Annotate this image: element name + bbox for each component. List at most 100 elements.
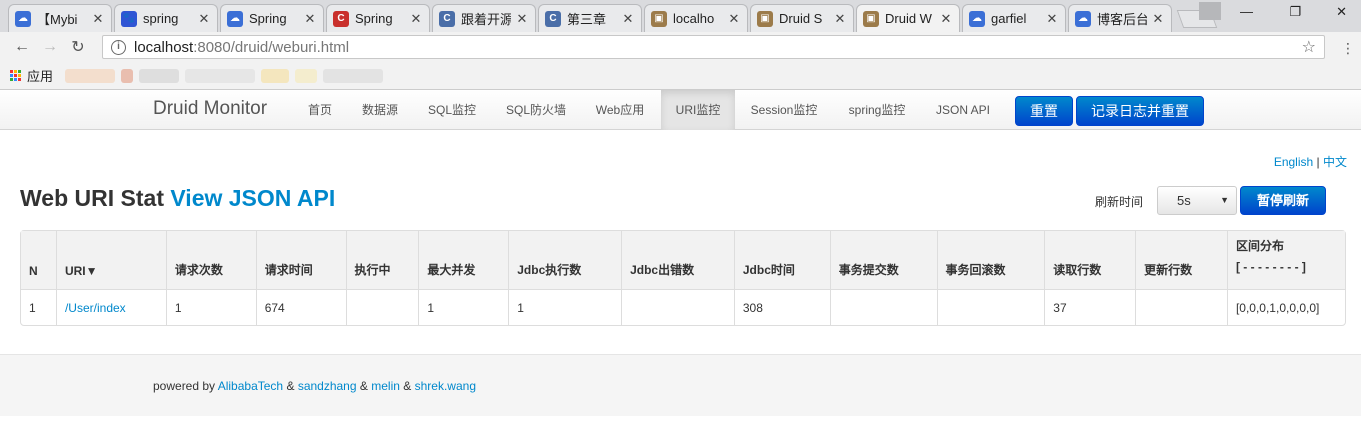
forward-icon[interactable]: → <box>36 38 64 56</box>
column-header[interactable]: 读取行数 <box>1044 231 1136 289</box>
close-tab-icon[interactable]: ✕ <box>833 11 847 27</box>
column-header[interactable]: Jdbc出错数 <box>621 231 734 289</box>
image-icon: ▣ <box>757 10 773 27</box>
column-header[interactable]: 事务回滚数 <box>936 231 1045 289</box>
column-header[interactable]: Jdbc执行数 <box>508 231 622 289</box>
refresh-interval-select[interactable]: 5s ▼ <box>1157 186 1237 215</box>
close-tab-icon[interactable]: ✕ <box>727 11 741 27</box>
column-header[interactable]: 更新行数 <box>1135 231 1227 289</box>
browser-tab[interactable]: 🐾 spring ✕ <box>114 4 218 32</box>
column-header-sortable[interactable]: URI▼ <box>55 231 166 289</box>
minimize-icon[interactable]: — <box>1240 4 1253 19</box>
uri-link[interactable]: /User/index <box>65 301 126 315</box>
column-header[interactable]: 请求次数 <box>165 231 256 289</box>
language-switch: English | 中文 <box>1274 153 1347 170</box>
lang-chinese-link[interactable]: 中文 <box>1323 155 1347 169</box>
column-header[interactable]: 事务提交数 <box>829 231 937 289</box>
close-tab-icon[interactable]: ✕ <box>91 11 105 27</box>
browser-tab[interactable]: ☁ Spring ✕ <box>220 4 324 32</box>
nav-item-spring[interactable]: spring监控 <box>836 90 918 130</box>
nav-item-webapp[interactable]: Web应用 <box>584 90 656 130</box>
nav-item-session[interactable]: Session监控 <box>740 90 828 130</box>
chevron-down-icon: ▼ <box>1220 195 1229 205</box>
page-title: Web URI Stat View JSON API <box>20 185 335 212</box>
footer: powered by AlibabaTech & sandzhang & mel… <box>0 354 1361 416</box>
close-tab-icon[interactable]: ✕ <box>1151 11 1165 27</box>
close-tab-icon[interactable]: ✕ <box>303 11 317 27</box>
close-window-icon[interactable]: ✕ <box>1336 4 1347 20</box>
browser-tab-title: Druid S <box>779 11 823 26</box>
close-tab-icon[interactable]: ✕ <box>939 11 953 27</box>
reset-button[interactable]: 重置 <box>1015 96 1073 126</box>
profile-icon[interactable] <box>1199 2 1221 20</box>
nav-item-uri[interactable]: URI监控 <box>661 90 735 130</box>
csdn-icon: C <box>333 10 349 27</box>
table-cell <box>345 289 419 325</box>
refresh-interval-label: 刷新时间 <box>1095 195 1144 209</box>
nav-item-json-api[interactable]: JSON API <box>926 90 1000 130</box>
browser-tab[interactable]: C Spring ✕ <box>326 4 430 32</box>
url-path: :8080/druid/weburi.html <box>193 38 350 56</box>
c-icon: C <box>439 10 455 27</box>
refresh-interval-value: 5s <box>1177 193 1191 208</box>
lang-separator: | <box>1316 155 1320 169</box>
browser-tab-title: localho <box>673 11 715 26</box>
cloud-icon: ☁ <box>969 10 985 27</box>
uri-stat-table: N URI▼ 请求次数 请求时间 执行中 最大并发 Jdbc执行数 Jdbc出错… <box>20 230 1346 326</box>
table-header-row: N URI▼ 请求次数 请求时间 执行中 最大并发 Jdbc执行数 Jdbc出错… <box>21 231 1345 289</box>
lang-english-link[interactable]: English <box>1274 155 1313 169</box>
browser-menu-icon[interactable]: ⋮ <box>1341 40 1355 57</box>
back-icon[interactable]: ← <box>8 38 36 56</box>
browser-tab[interactable]: ☁ garfiel ✕ <box>962 4 1066 32</box>
table-cell: 308 <box>733 289 830 325</box>
browser-tab-title: 第三章 <box>567 12 607 27</box>
close-tab-icon[interactable]: ✕ <box>621 11 635 27</box>
browser-tab[interactable]: C 跟着开源 ✕ <box>432 4 536 32</box>
cloud-icon: ☁ <box>227 10 243 27</box>
browser-tab[interactable]: ☁ 【Mybi ✕ <box>8 4 112 32</box>
close-tab-icon[interactable]: ✕ <box>515 11 529 27</box>
close-tab-icon[interactable]: ✕ <box>197 11 211 27</box>
reload-icon[interactable]: ↻ <box>64 37 92 57</box>
browser-tabstrip: ☁ 【Mybi ✕ 🐾 spring ✕ ☁ Spring ✕ C Spring ✕ C 跟着开源 ✕… <box>0 0 1361 32</box>
browser-tab-title: garfiel <box>991 11 1027 26</box>
apps-grid-icon[interactable] <box>10 70 21 81</box>
address-bar[interactable]: i localhost:8080/druid/weburi.html ☆ <box>102 35 1325 59</box>
footer-amp: & <box>286 379 295 393</box>
column-header[interactable]: 执行中 <box>345 231 419 289</box>
column-header[interactable]: 最大并发 <box>418 231 509 289</box>
pause-refresh-button[interactable]: 暂停刷新 <box>1240 186 1326 215</box>
footer-amp: & <box>403 379 412 393</box>
url-host: localhost <box>134 38 194 56</box>
column-header[interactable]: 请求时间 <box>255 231 346 289</box>
nav-item-wall[interactable]: SQL防火墙 <box>494 90 578 130</box>
footer-link-shrek-wang[interactable]: shrek.wang <box>415 379 476 393</box>
apps-label[interactable]: 应用 <box>27 66 53 85</box>
browser-tab-title: 博客后台 <box>1097 12 1147 27</box>
nav-item-home[interactable]: 首页 <box>295 90 345 130</box>
brand[interactable]: Druid Monitor <box>153 98 267 120</box>
column-header-distribution: 区间分布 [ - - - - - - - - ] <box>1226 231 1345 289</box>
browser-tab[interactable]: C 第三章 ✕ <box>538 4 642 32</box>
view-json-api-link[interactable]: View JSON API <box>170 185 335 211</box>
nav-item-sql[interactable]: SQL监控 <box>416 90 488 130</box>
close-tab-icon[interactable]: ✕ <box>1045 11 1059 27</box>
blurred-bookmarks <box>65 68 384 83</box>
log-and-reset-button[interactable]: 记录日志并重置 <box>1076 96 1204 126</box>
nav-item-datasource[interactable]: 数据源 <box>350 90 410 130</box>
browser-tab[interactable]: ☁ 博客后台 ✕ <box>1068 4 1172 32</box>
footer-link-melin[interactable]: melin <box>371 379 400 393</box>
browser-tab[interactable]: ▣ Druid S ✕ <box>750 4 854 32</box>
footer-link-alibabatech[interactable]: AlibabaTech <box>218 379 283 393</box>
info-icon[interactable]: i <box>111 39 126 55</box>
restore-icon[interactable]: ❐ <box>1289 4 1301 20</box>
cloud-icon: ☁ <box>15 10 31 27</box>
bookmark-star-icon[interactable]: ☆ <box>1302 37 1316 57</box>
footer-link-sandzhang[interactable]: sandzhang <box>298 379 357 393</box>
column-header[interactable]: Jdbc时间 <box>733 231 830 289</box>
browser-tab[interactable]: ▣ localho ✕ <box>644 4 748 32</box>
table-cell-uri: /User/index <box>55 289 166 325</box>
close-tab-icon[interactable]: ✕ <box>409 11 423 27</box>
footer-amp: & <box>359 379 368 393</box>
browser-tab[interactable]: ▣ Druid W ✕ <box>856 4 960 32</box>
